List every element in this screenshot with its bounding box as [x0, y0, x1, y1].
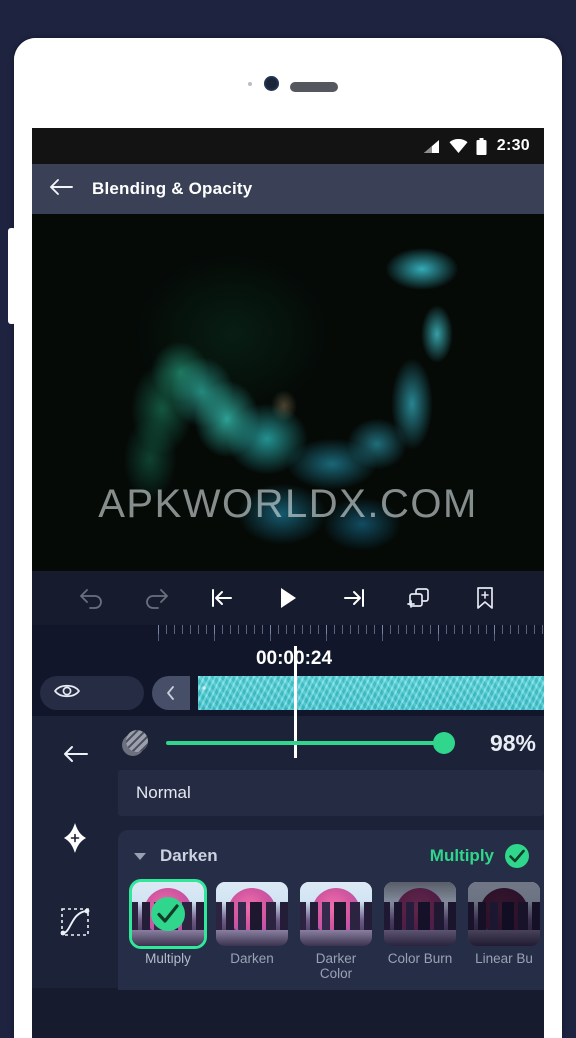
- chevron-left-icon: [167, 686, 174, 700]
- timeline: 00:00:24: [32, 625, 544, 758]
- blend-mode-item[interactable]: Color Burn: [384, 882, 456, 981]
- opacity-row: 98%: [118, 716, 544, 770]
- caret-down-icon[interactable]: [132, 850, 148, 862]
- opacity-slider-track: [166, 741, 450, 745]
- panel-side-rail: [32, 716, 118, 988]
- add-layer-icon[interactable]: [399, 578, 439, 618]
- blend-thumbnail: [468, 882, 540, 946]
- blending-panel: 98% Normal Darken Multiply Multiply Dark…: [32, 716, 544, 990]
- blend-mode-label: Color Burn: [387, 951, 453, 966]
- wifi-icon: [449, 138, 468, 154]
- redo-button[interactable]: [137, 578, 177, 618]
- opacity-icon[interactable]: [118, 726, 152, 760]
- battery-icon: [476, 137, 487, 155]
- volume-button[interactable]: [8, 228, 16, 324]
- add-bookmark-icon[interactable]: [465, 578, 505, 618]
- clip-trim-handle-left[interactable]: [152, 676, 190, 710]
- layer-visibility-toggle[interactable]: [40, 676, 144, 710]
- blend-mode-list[interactable]: Multiply Darken Darker Color Color Burn …: [118, 872, 544, 981]
- panel-content: 98% Normal Darken Multiply Multiply Dark…: [118, 716, 544, 990]
- play-button[interactable]: [268, 578, 308, 618]
- timeline-ruler[interactable]: [158, 625, 544, 647]
- check-circle-icon[interactable]: [504, 843, 530, 869]
- check-circle-icon: [151, 897, 185, 931]
- phone-device-frame: 2:30 Blending & Opacity APKWORLDX.COM 98…: [14, 38, 562, 1038]
- easing-curve-icon[interactable]: [55, 902, 95, 942]
- skip-next-icon[interactable]: [334, 578, 374, 618]
- blend-mode-item[interactable]: Darker Color: [300, 882, 372, 981]
- blend-thumbnail: [300, 882, 372, 946]
- blend-mode-label: Darker Color: [315, 951, 357, 981]
- blend-mode-item[interactable]: Multiply: [132, 882, 204, 981]
- back-arrow-icon[interactable]: [48, 177, 74, 202]
- opacity-slider-thumb[interactable]: [433, 732, 456, 754]
- status-bar: 2:30: [32, 128, 544, 164]
- front-camera-icon: [264, 76, 279, 91]
- earpiece-speaker: [290, 82, 338, 92]
- blend-mode-item[interactable]: Linear Bu: [468, 882, 540, 981]
- app-screen: 2:30 Blending & Opacity APKWORLDX.COM 98…: [32, 128, 544, 1038]
- timeline-clip[interactable]: [198, 676, 544, 710]
- video-preview[interactable]: APKWORLDX.COM: [32, 214, 544, 571]
- opacity-slider[interactable]: [166, 732, 456, 754]
- panel-back-button[interactable]: [55, 734, 95, 774]
- blend-mode-current-row[interactable]: Normal: [118, 770, 544, 816]
- skip-previous-icon[interactable]: [202, 578, 242, 618]
- blend-mode-current-label: Normal: [136, 783, 191, 802]
- page-title: Blending & Opacity: [92, 179, 253, 198]
- undo-button[interactable]: [71, 578, 111, 618]
- keyframe-diamond-icon[interactable]: [55, 818, 95, 858]
- timeline-track-row: [32, 646, 544, 758]
- blend-mode-chooser: Darken Multiply Multiply Darken Darker C…: [118, 830, 544, 990]
- status-time: 2:30: [496, 137, 530, 154]
- phone-top-bezel: [14, 38, 562, 128]
- blend-mode-label: Linear Bu: [475, 951, 533, 966]
- blend-mode-item[interactable]: Darken: [216, 882, 288, 981]
- blend-selected-label: Multiply: [429, 846, 494, 865]
- blend-mode-label: Darken: [230, 951, 274, 966]
- blend-thumbnail: [216, 882, 288, 946]
- watermark-text: APKWORLDX.COM: [98, 482, 478, 526]
- blend-category-header[interactable]: Darken Multiply: [118, 840, 544, 872]
- app-bar: Blending & Opacity: [32, 164, 544, 214]
- transport-toolbar: [32, 571, 544, 625]
- blend-thumbnail: [384, 882, 456, 946]
- blend-mode-label: Multiply: [145, 951, 191, 966]
- opacity-value-label: 98%: [489, 729, 536, 756]
- blend-category-label: Darken: [160, 846, 218, 865]
- eye-icon: [53, 682, 81, 705]
- sensor-dot-icon: [248, 82, 252, 86]
- signal-icon: [423, 139, 441, 154]
- blend-thumbnail: [132, 882, 204, 946]
